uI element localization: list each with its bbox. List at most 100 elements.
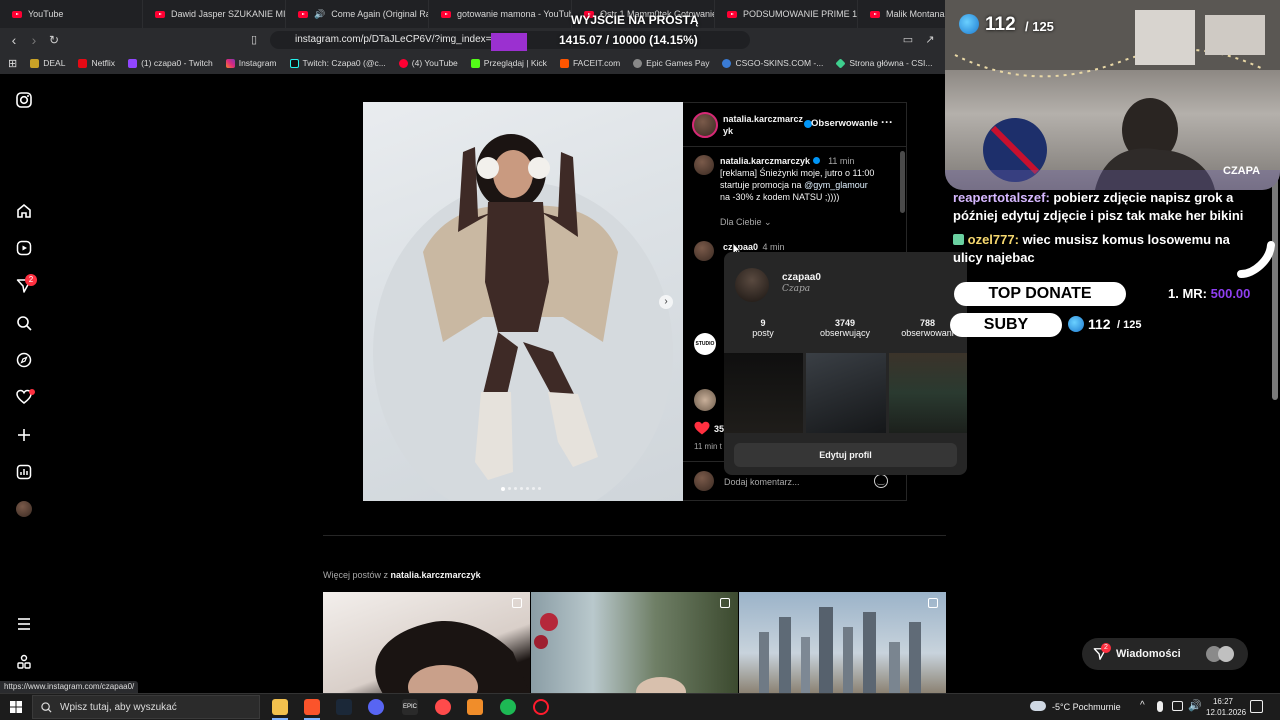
file-explorer-icon[interactable] — [272, 699, 288, 715]
cam-label: CZAPA — [1223, 165, 1261, 177]
more-post-thumb[interactable] — [739, 592, 946, 694]
suby-current: 112 — [1088, 316, 1111, 332]
youtube-icon — [727, 10, 737, 18]
bookmark-youtube[interactable]: (4) YouTube — [398, 58, 458, 68]
youtube-icon — [870, 10, 880, 18]
post-caption: natalia.karczmarczyk 11 min [reklama] Śn… — [720, 156, 875, 202]
reels-icon[interactable] — [16, 240, 32, 256]
insights-icon[interactable] — [16, 464, 32, 480]
bookmark-kick[interactable]: Przeglądaj | Kick — [470, 58, 547, 68]
back-icon[interactable]: ‹ — [6, 32, 22, 48]
brave-browser-icon[interactable] — [304, 699, 320, 715]
browser-tab[interactable]: YouTube — [0, 0, 143, 28]
taskbar-search[interactable]: Wpisz tutaj, aby wyszukać — [32, 695, 260, 719]
caption-author-avatar[interactable] — [694, 155, 714, 175]
hovercard-username[interactable]: czapaa0 — [782, 272, 821, 283]
search-icon[interactable] — [16, 315, 32, 331]
notification-badge: 2 — [25, 274, 37, 286]
carousel-dots — [501, 487, 541, 491]
opera-gx-icon[interactable] — [533, 699, 549, 715]
reload-icon[interactable]: ↻ — [46, 32, 62, 48]
commenter-avatar[interactable] — [694, 389, 716, 411]
search-icon — [41, 702, 52, 713]
microphone-icon[interactable] — [1157, 701, 1163, 712]
following-button[interactable]: Obserwowanie — [811, 118, 878, 129]
mention-link[interactable]: @gym_glamour — [804, 180, 868, 190]
cast-icon[interactable]: ▭ — [900, 32, 916, 48]
bookmarks-bar: ⊞ DEAL Netflix (1) czapa0 - Twitch Insta… — [0, 52, 945, 74]
bookmark-icon[interactable]: ▯ — [246, 32, 262, 48]
comments-scrollbar[interactable] — [900, 151, 905, 213]
more-post-thumb[interactable] — [531, 592, 738, 694]
windows-taskbar: Wpisz tutaj, aby wyszukać EPIC -5°C Poch… — [0, 693, 1280, 720]
bookmark-netflix[interactable]: Netflix — [78, 58, 115, 68]
bookmark-csgo-skins[interactable]: CSGO-SKINS.COM -... — [722, 58, 823, 68]
hovercard-post-thumb[interactable] — [724, 353, 803, 433]
bookmark-tiktok[interactable]: Twitch: Czapa0 (@c... — [289, 58, 386, 68]
hovercard-avatar[interactable] — [735, 268, 769, 302]
chat-message: reapertotalszef: pobierz zdjęcie napisz … — [953, 190, 1244, 223]
brand-avatar[interactable]: STUDIO — [694, 333, 716, 355]
app-icon[interactable] — [467, 699, 483, 715]
volume-icon[interactable]: 🔊 — [1188, 699, 1202, 712]
post-image[interactable]: › — [363, 102, 683, 501]
explore-icon[interactable] — [16, 352, 32, 368]
speaker-icon: 🔊 — [314, 8, 326, 19]
bookmark-csi[interactable]: Strona główna - CSI... — [835, 57, 932, 69]
more-options-icon[interactable]: ··· — [881, 115, 893, 129]
network-icon[interactable] — [1172, 701, 1183, 711]
likes-count[interactable]: 35 — [714, 424, 724, 434]
stat-followers[interactable]: 3749 obserwujący — [802, 318, 888, 338]
bookmark-epic[interactable]: Epic Games Pay — [633, 58, 709, 68]
profile-avatar[interactable] — [16, 501, 32, 517]
browser-tab[interactable]: PODSUMOWANIE PRIME 15 (M — [715, 0, 858, 28]
bookmark-deal[interactable]: DEAL — [30, 58, 65, 68]
discord-icon[interactable] — [368, 699, 384, 715]
steam-icon[interactable] — [336, 699, 352, 715]
bookmark-instagram[interactable]: Instagram — [225, 58, 277, 68]
bookmark-faceit[interactable]: FACEIT.com — [559, 58, 620, 68]
emoji-icon[interactable]: ‿ — [874, 474, 888, 488]
kick-icon — [470, 58, 480, 68]
divider — [323, 535, 946, 536]
for-you-dropdown[interactable]: Dla Ciebie ⌄ — [720, 217, 772, 228]
instagram-logo-icon[interactable] — [16, 92, 32, 108]
forward-icon[interactable]: › — [26, 32, 42, 48]
faceit-app-icon[interactable] — [435, 699, 451, 715]
subs-current: 112 — [985, 14, 1016, 35]
messages-button[interactable]: 2 Wiadomości — [1082, 638, 1248, 670]
comment-avatar[interactable] — [694, 241, 714, 261]
liked-heart-icon[interactable] — [694, 421, 710, 435]
epic-games-icon[interactable]: EPIC — [402, 699, 418, 715]
tray-chevron-icon[interactable]: ^ — [1140, 700, 1145, 711]
apps-icon[interactable]: ⊞ — [8, 57, 17, 70]
more-post-thumb[interactable] — [323, 592, 530, 694]
author-avatar[interactable] — [692, 112, 718, 138]
youtube-icon — [441, 10, 451, 18]
hovercard-post-thumb[interactable] — [806, 353, 886, 433]
add-comment-input[interactable]: Dodaj komentarz... — [724, 477, 800, 487]
weather-text[interactable]: -5°C Pochmurnie — [1052, 702, 1121, 712]
edit-profile-button[interactable]: Edytuj profil — [734, 443, 957, 467]
browser-tab[interactable]: Dawid Jasper SZUKANIE MIŁOŚ — [143, 0, 286, 28]
create-icon[interactable] — [16, 427, 32, 443]
home-icon[interactable] — [16, 203, 32, 219]
also-from-meta-icon[interactable] — [16, 654, 32, 670]
author-username[interactable]: natalia.karczmarczyk — [723, 113, 805, 137]
notifications-icon[interactable] — [1250, 700, 1263, 713]
netflix-icon — [78, 58, 88, 68]
next-image-button[interactable]: › — [659, 295, 673, 309]
cloud-icon — [1030, 701, 1046, 711]
menu-icon[interactable] — [16, 616, 32, 632]
spotify-icon[interactable] — [500, 699, 516, 715]
windows-start-icon[interactable] — [10, 701, 22, 713]
share-icon[interactable]: ↗ — [922, 32, 938, 48]
browser-tab[interactable]: 🔊 Come Again (Original Radi — [286, 0, 429, 28]
overlay-progress-bar — [491, 33, 527, 51]
browser-tab[interactable]: gotowanie mamona - YouTube — [429, 0, 572, 28]
profile-hovercard: czapaa0 Czapa 9 posty 3749 obserwujący 788… — [724, 252, 967, 475]
hovercard-post-thumb[interactable] — [889, 353, 967, 433]
bookmark-twitch[interactable]: (1) czapa0 - Twitch — [128, 58, 213, 68]
twitch-icon — [128, 58, 138, 68]
clock[interactable]: 16:27 12.01.2026 — [1206, 696, 1246, 718]
